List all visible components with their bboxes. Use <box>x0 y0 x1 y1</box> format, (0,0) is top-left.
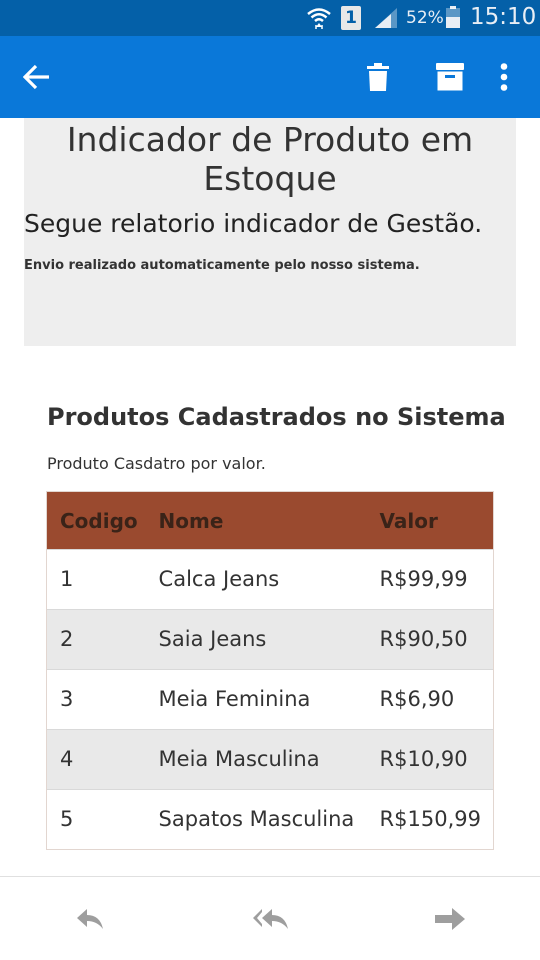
section-description: Produto Casdatro por valor. <box>47 454 266 473</box>
signal-icon <box>375 8 397 28</box>
email-view-screen: 1 52% 15:10 Indicador de Produto em Esto… <box>0 0 540 960</box>
cell-codigo: 5 <box>60 807 74 831</box>
products-table: Codigo Nome Valor 1 Calca Jeans R$99,99 … <box>46 491 494 850</box>
battery-percent: 52% <box>406 8 444 28</box>
sim-icon: 1 <box>341 6 361 30</box>
cell-valor: R$99,99 <box>379 567 468 591</box>
reply-button[interactable] <box>70 899 110 939</box>
table-row: 3 Meia Feminina R$6,90 <box>47 669 493 729</box>
back-button[interactable] <box>14 36 60 118</box>
table-row: 4 Meia Masculina R$10,90 <box>47 729 493 789</box>
column-header-nome: Nome <box>158 508 224 533</box>
battery-icon <box>446 6 460 28</box>
email-header-box: Indicador de Produto em Estoque Segue re… <box>24 118 516 346</box>
cell-nome: Meia Masculina <box>158 747 320 771</box>
bottom-action-bar <box>0 876 540 960</box>
column-header-valor: Valor <box>379 508 438 533</box>
cell-codigo: 2 <box>60 627 74 651</box>
cell-valor: R$90,50 <box>379 627 468 651</box>
delete-icon <box>367 63 389 91</box>
cell-valor: R$150,99 <box>379 807 481 831</box>
back-arrow-icon <box>23 64 49 90</box>
table-row: 2 Saia Jeans R$90,50 <box>47 609 493 669</box>
cell-nome: Saia Jeans <box>158 627 267 651</box>
cell-nome: Sapatos Masculina <box>158 807 355 831</box>
archive-icon <box>436 63 464 91</box>
email-note: Envio realizado automaticamente pelo nos… <box>24 258 420 273</box>
cell-codigo: 3 <box>60 687 74 711</box>
archive-button[interactable] <box>430 36 470 118</box>
cell-nome: Calca Jeans <box>158 567 280 591</box>
forward-icon <box>435 908 465 930</box>
reply-all-button[interactable] <box>246 899 296 939</box>
status-time: 15:10 <box>470 4 537 30</box>
reply-icon <box>77 909 103 929</box>
email-subtitle: Segue relatorio indicador de Gestão. <box>24 209 483 238</box>
table-row: 5 Sapatos Masculina R$150,99 <box>47 789 493 849</box>
cell-valor: R$10,90 <box>379 747 468 771</box>
cell-codigo: 1 <box>60 567 74 591</box>
cell-codigo: 4 <box>60 747 74 771</box>
email-title: Indicador de Produto em Estoque <box>66 120 474 198</box>
column-header-codigo: Codigo <box>60 508 138 533</box>
reply-all-icon <box>253 909 288 929</box>
table-row: 1 Calca Jeans R$99,99 <box>47 549 493 609</box>
more-options-button[interactable] <box>490 36 518 118</box>
email-body: Indicador de Produto em Estoque Segue re… <box>0 118 540 876</box>
status-bar: 1 52% 15:10 <box>0 0 540 36</box>
table-header: Codigo Nome Valor <box>47 492 493 549</box>
delete-button[interactable] <box>360 36 396 118</box>
cell-valor: R$6,90 <box>379 687 455 711</box>
cell-nome: Meia Feminina <box>158 687 311 711</box>
app-bar <box>0 36 540 118</box>
wifi-icon <box>307 8 331 29</box>
forward-button[interactable] <box>430 899 470 939</box>
more-vert-icon <box>500 63 508 91</box>
section-title: Produtos Cadastrados no Sistema <box>47 403 506 431</box>
